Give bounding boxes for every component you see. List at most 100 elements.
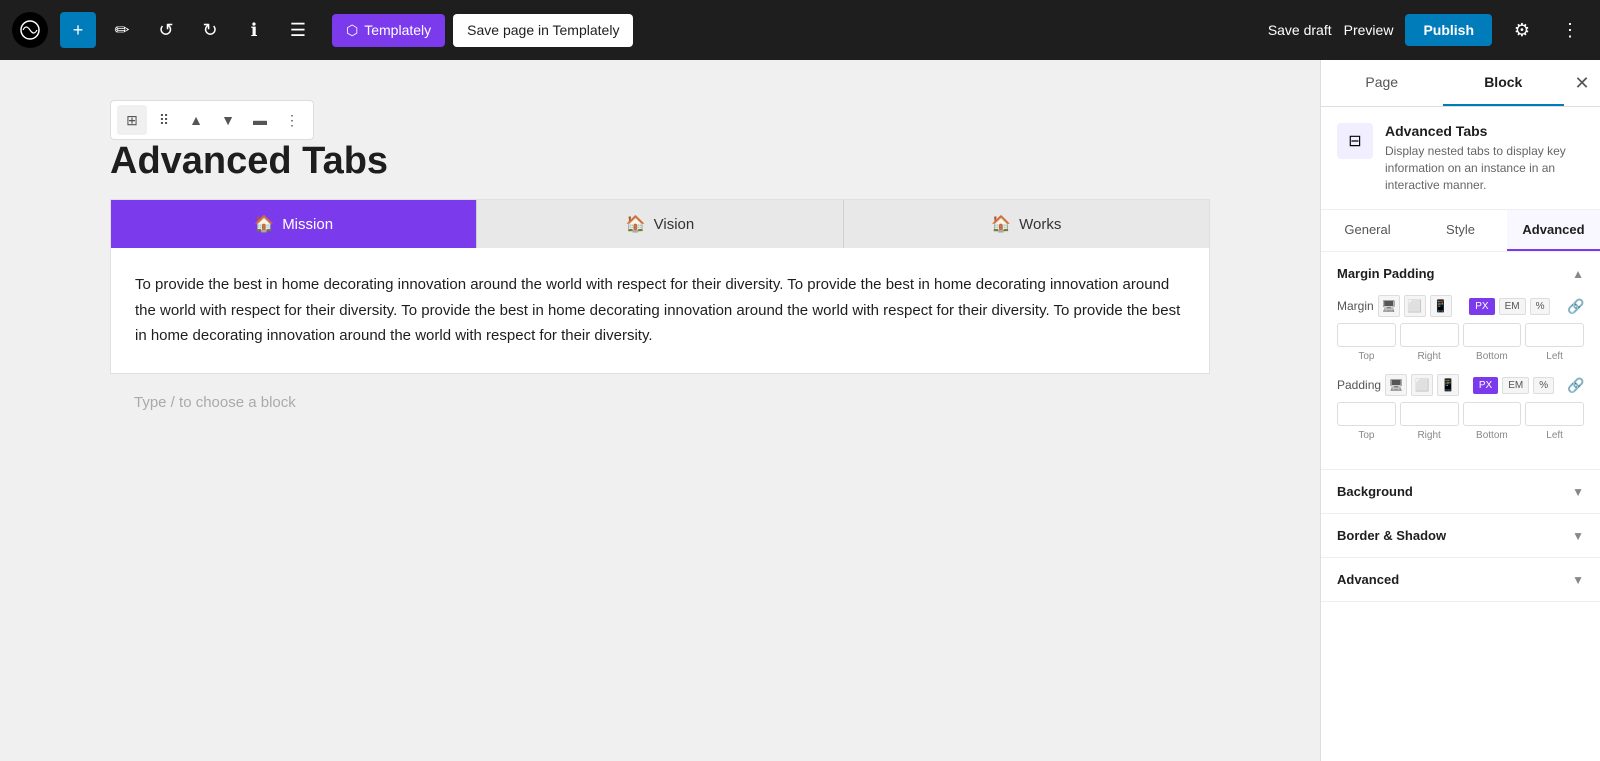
margin-left-input[interactable] xyxy=(1525,323,1584,347)
padding-fields xyxy=(1337,402,1584,426)
settings-tabs: General Style Advanced xyxy=(1321,210,1600,252)
vision-icon: 🏠 xyxy=(626,214,646,234)
edit-button[interactable]: ✏ xyxy=(104,12,140,48)
topbar: + ✏ ↺ ↻ ℹ ☰ ⬡ Templately Save page in Te… xyxy=(0,0,1600,60)
border-shadow-label: Border & Shadow xyxy=(1337,528,1446,543)
save-draft-button[interactable]: Save draft xyxy=(1268,22,1332,38)
advanced-section-item[interactable]: Advanced ▼ xyxy=(1321,558,1600,602)
templately-button[interactable]: ⬡ Templately xyxy=(332,14,445,47)
preview-button[interactable]: Preview xyxy=(1344,22,1394,38)
tab-mission-label: Mission xyxy=(282,216,333,233)
border-shadow-section[interactable]: Border & Shadow ▼ xyxy=(1321,514,1600,558)
block-desc: Display nested tabs to display key infor… xyxy=(1385,143,1584,193)
settings-tab-style[interactable]: Style xyxy=(1414,210,1507,251)
info-button[interactable]: ℹ xyxy=(236,12,272,48)
background-section[interactable]: Background ▼ xyxy=(1321,470,1600,514)
settings-button[interactable]: ⚙ xyxy=(1504,12,1540,48)
padding-left-input[interactable] xyxy=(1525,402,1584,426)
block-info-icon: ⊟ xyxy=(1337,123,1373,159)
margin-desktop-btn[interactable]: 🖥 xyxy=(1378,295,1400,317)
tabs-block: 🏠 Mission 🏠 Vision 🏠 Works To provide th… xyxy=(110,199,1210,374)
save-templately-label: Save page in Templately xyxy=(467,22,619,38)
tab-vision[interactable]: 🏠 Vision xyxy=(477,200,843,248)
padding-row-header: Padding 🖥 ⬜ 📱 PX EM % 🔗 xyxy=(1337,374,1584,396)
templately-icon: ⬡ xyxy=(346,22,358,39)
margin-right-input[interactable] xyxy=(1400,323,1459,347)
drag-handle[interactable]: ⠿ xyxy=(149,105,179,135)
tab-vision-label: Vision xyxy=(654,216,695,233)
tab-page[interactable]: Page xyxy=(1321,60,1443,106)
padding-unit-em[interactable]: EM xyxy=(1502,377,1529,394)
more-options-button[interactable]: ⋮ xyxy=(277,105,307,135)
panel-close-button[interactable]: ✕ xyxy=(1564,65,1600,101)
redo-button[interactable]: ↻ xyxy=(192,12,228,48)
align-button[interactable]: ▬ xyxy=(245,105,275,135)
advanced-chevron: ▼ xyxy=(1572,573,1584,587)
margin-bottom-label: Bottom xyxy=(1463,351,1522,362)
margin-top-input[interactable] xyxy=(1337,323,1396,347)
add-block-button[interactable]: + xyxy=(60,12,96,48)
tab-works[interactable]: 🏠 Works xyxy=(844,200,1209,248)
margin-padding-header[interactable]: Margin Padding ▲ xyxy=(1321,252,1600,295)
tab-mission[interactable]: 🏠 Mission xyxy=(111,200,477,248)
background-chevron: ▼ xyxy=(1572,485,1584,499)
advanced-label: Advanced xyxy=(1337,572,1399,587)
margin-unit-em[interactable]: EM xyxy=(1499,298,1526,315)
move-down-button[interactable]: ▼ xyxy=(213,105,243,135)
more-menu-button[interactable]: ⋮ xyxy=(1552,12,1588,48)
margin-right-label: Right xyxy=(1400,351,1459,362)
tab-works-label: Works xyxy=(1019,216,1061,233)
block-toolbar: ⊞ ⠿ ▲ ▼ ▬ ⋮ xyxy=(110,100,314,140)
margin-padding-section: Margin Padding ▲ Margin 🖥 ⬜ 📱 PX xyxy=(1321,252,1600,470)
block-info: ⊟ Advanced Tabs Display nested tabs to d… xyxy=(1321,107,1600,210)
padding-row: Padding 🖥 ⬜ 📱 PX EM % 🔗 xyxy=(1337,374,1584,441)
padding-unit-px[interactable]: PX xyxy=(1473,377,1498,394)
margin-padding-label: Margin Padding xyxy=(1337,266,1435,281)
padding-unit-percent[interactable]: % xyxy=(1533,377,1554,394)
padding-tablet-btn[interactable]: ⬜ xyxy=(1411,374,1433,396)
padding-bottom-label: Bottom xyxy=(1463,430,1522,441)
publish-button[interactable]: Publish xyxy=(1405,14,1492,46)
margin-row: Margin 🖥 ⬜ 📱 PX EM % 🔗 xyxy=(1337,295,1584,362)
main-layout: ⊞ ⠿ ▲ ▼ ▬ ⋮ Advanced Tabs 🏠 Mission xyxy=(0,60,1600,761)
margin-mobile-btn[interactable]: 📱 xyxy=(1430,295,1452,317)
tab-content-text: To provide the best in home decorating i… xyxy=(135,272,1185,349)
block-wrapper: ⊞ ⠿ ▲ ▼ ▬ ⋮ Advanced Tabs 🏠 Mission xyxy=(110,100,1210,431)
tabs-nav: 🏠 Mission 🏠 Vision 🏠 Works xyxy=(111,200,1209,248)
placeholder-text: Type / to choose a block xyxy=(134,394,296,411)
padding-right-input[interactable] xyxy=(1400,402,1459,426)
tab-block[interactable]: Block xyxy=(1443,60,1565,106)
margin-link-icon: 🔗 xyxy=(1568,298,1584,314)
templately-label: Templately xyxy=(364,22,431,38)
margin-tablet-btn[interactable]: ⬜ xyxy=(1404,295,1426,317)
settings-tab-advanced[interactable]: Advanced xyxy=(1507,210,1600,251)
margin-top-label: Top xyxy=(1337,351,1396,362)
padding-desktop-btn[interactable]: 🖥 xyxy=(1385,374,1407,396)
padding-link-icon: 🔗 xyxy=(1568,377,1584,393)
margin-unit-px[interactable]: PX xyxy=(1469,298,1494,315)
padding-top-input[interactable] xyxy=(1337,402,1396,426)
settings-tab-general[interactable]: General xyxy=(1321,210,1414,251)
wp-logo xyxy=(12,12,48,48)
margin-padding-chevron: ▲ xyxy=(1572,267,1584,281)
padding-bottom-input[interactable] xyxy=(1463,402,1522,426)
padding-right-label: Right xyxy=(1400,430,1459,441)
mission-icon: 🏠 xyxy=(254,214,274,234)
padding-label: Padding xyxy=(1337,378,1381,392)
padding-top-label: Top xyxy=(1337,430,1396,441)
margin-bottom-input[interactable] xyxy=(1463,323,1522,347)
undo-button[interactable]: ↺ xyxy=(148,12,184,48)
save-templately-button[interactable]: Save page in Templately xyxy=(453,14,633,47)
padding-mobile-btn[interactable]: 📱 xyxy=(1437,374,1459,396)
tools-button[interactable]: ☰ xyxy=(280,12,316,48)
margin-fields xyxy=(1337,323,1584,347)
block-type-button[interactable]: ⊞ xyxy=(117,105,147,135)
canvas: ⊞ ⠿ ▲ ▼ ▬ ⋮ Advanced Tabs 🏠 Mission xyxy=(0,60,1320,761)
border-shadow-chevron: ▼ xyxy=(1572,529,1584,543)
margin-padding-body: Margin 🖥 ⬜ 📱 PX EM % 🔗 xyxy=(1321,295,1600,469)
panel-header: Page Block ✕ xyxy=(1321,60,1600,107)
tab-content: To provide the best in home decorating i… xyxy=(111,248,1209,373)
block-placeholder[interactable]: Type / to choose a block xyxy=(110,374,1210,431)
move-up-button[interactable]: ▲ xyxy=(181,105,211,135)
margin-unit-percent[interactable]: % xyxy=(1530,298,1551,315)
